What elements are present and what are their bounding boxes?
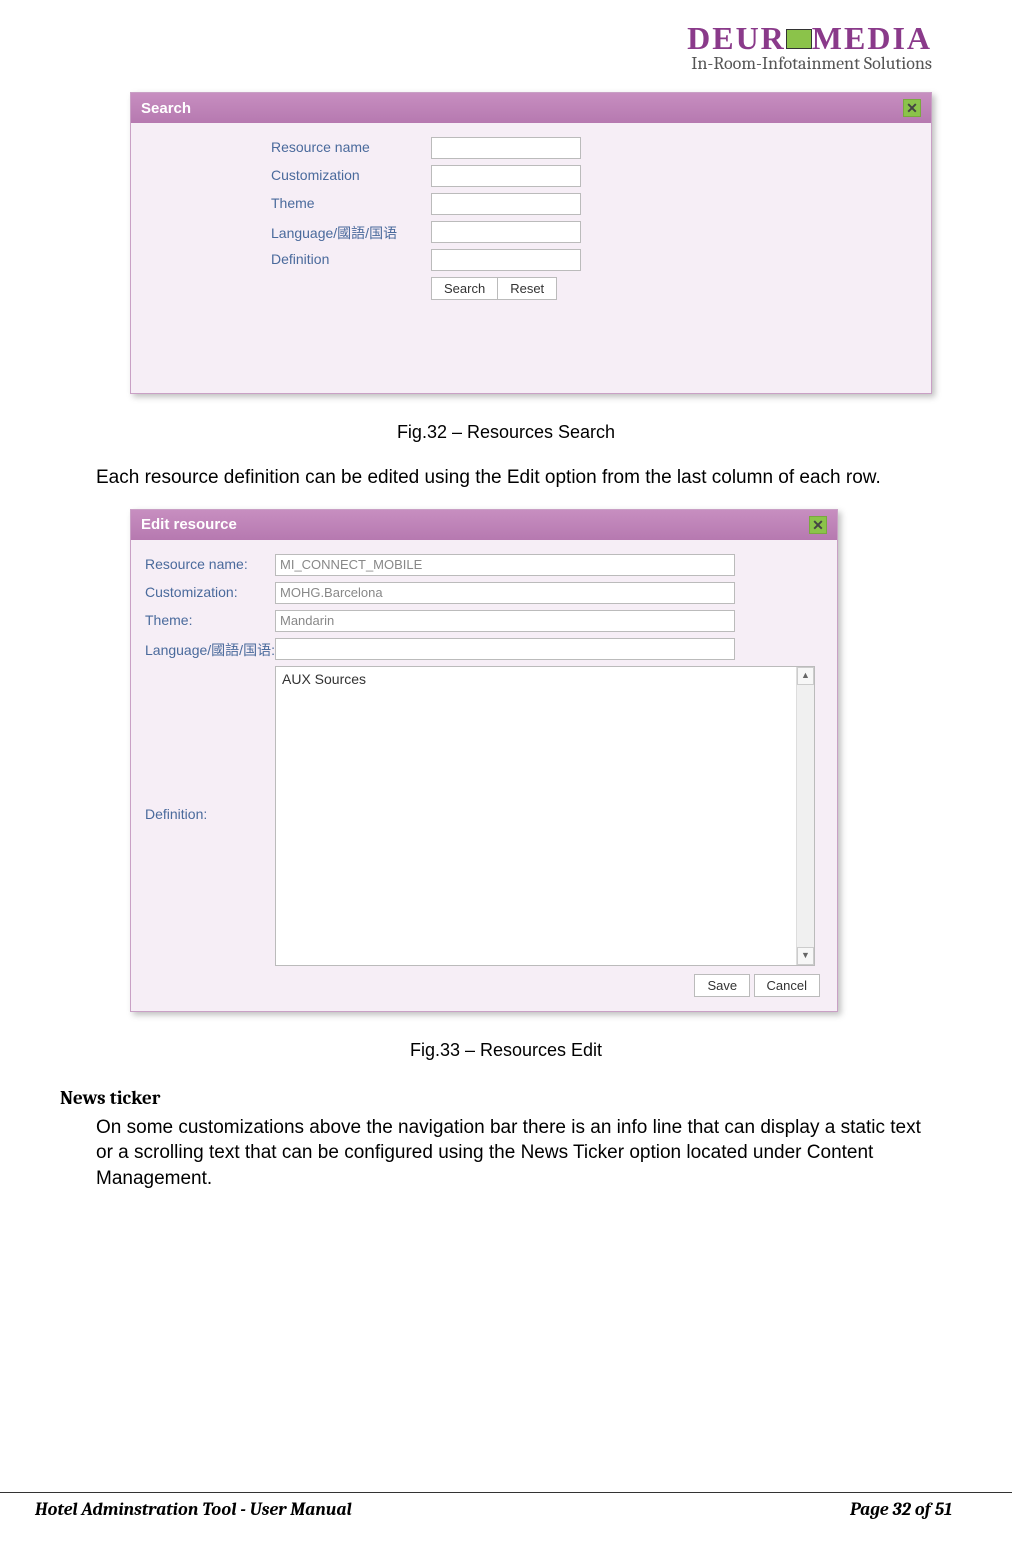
brand-name-part1: DEUR bbox=[687, 20, 786, 56]
language-label: Language/國語/国语 bbox=[271, 221, 431, 243]
paragraph-2: On some customizations above the navigat… bbox=[96, 1115, 932, 1192]
edit-customization-input[interactable] bbox=[275, 582, 735, 604]
edit-resource-name-input[interactable] bbox=[275, 554, 735, 576]
customization-input[interactable] bbox=[431, 165, 581, 187]
paragraph-1: Each resource definition can be edited u… bbox=[96, 465, 932, 491]
edit-panel-title: Edit resource bbox=[141, 516, 237, 533]
footer-left: Hotel Adminstration Tool - User Manual bbox=[35, 1499, 352, 1520]
edit-panel-header: Edit resource ✕ bbox=[131, 510, 837, 540]
edit-theme-input[interactable] bbox=[275, 610, 735, 632]
logo-square-icon bbox=[786, 29, 812, 49]
scrollbar[interactable]: ▲ ▼ bbox=[796, 667, 814, 965]
edit-language-input[interactable] bbox=[275, 638, 735, 660]
edit-definition-label: Definition: bbox=[145, 666, 275, 822]
page-footer: Hotel Adminstration Tool - User Manual P… bbox=[0, 1492, 1012, 1520]
reset-button[interactable]: Reset bbox=[497, 277, 557, 300]
language-input[interactable] bbox=[431, 221, 581, 243]
figure-caption-32: Fig.32 – Resources Search bbox=[60, 422, 952, 443]
close-icon[interactable]: ✕ bbox=[903, 99, 921, 117]
scroll-down-icon[interactable]: ▼ bbox=[797, 947, 814, 965]
search-panel: Search ✕ Resource name Customization The… bbox=[130, 92, 932, 394]
brand-name-part2: MEDIA bbox=[812, 20, 932, 56]
theme-input[interactable] bbox=[431, 193, 581, 215]
resource-name-input[interactable] bbox=[431, 137, 581, 159]
brand-header: DEUR MEDIA In-Room-Infotainment Solutions bbox=[60, 20, 932, 74]
edit-customization-label: Customization: bbox=[145, 582, 275, 600]
cancel-button[interactable]: Cancel bbox=[754, 974, 820, 997]
search-button[interactable]: Search bbox=[431, 277, 498, 300]
save-button[interactable]: Save bbox=[694, 974, 750, 997]
footer-right: Page 32 of 51 bbox=[850, 1499, 952, 1520]
edit-theme-label: Theme: bbox=[145, 610, 275, 628]
definition-label: Definition bbox=[271, 249, 431, 267]
edit-resource-panel: Edit resource ✕ Resource name: Customiza… bbox=[130, 509, 838, 1012]
edit-resource-name-label: Resource name: bbox=[145, 554, 275, 572]
resource-name-label: Resource name bbox=[271, 137, 431, 155]
close-icon[interactable]: ✕ bbox=[809, 516, 827, 534]
edit-definition-textarea[interactable]: AUX Sources ▲ ▼ bbox=[275, 666, 815, 966]
news-ticker-heading: News ticker bbox=[60, 1087, 952, 1109]
definition-input[interactable] bbox=[431, 249, 581, 271]
theme-label: Theme bbox=[271, 193, 431, 211]
figure-caption-33: Fig.33 – Resources Edit bbox=[60, 1040, 952, 1061]
customization-label: Customization bbox=[271, 165, 431, 183]
search-panel-header: Search ✕ bbox=[131, 93, 931, 123]
edit-language-label: Language/國語/国语: bbox=[145, 638, 275, 660]
edit-definition-text: AUX Sources bbox=[276, 667, 796, 965]
brand-tagline: In-Room-Infotainment Solutions bbox=[60, 53, 932, 74]
scroll-up-icon[interactable]: ▲ bbox=[797, 667, 814, 685]
search-panel-title: Search bbox=[141, 100, 191, 117]
